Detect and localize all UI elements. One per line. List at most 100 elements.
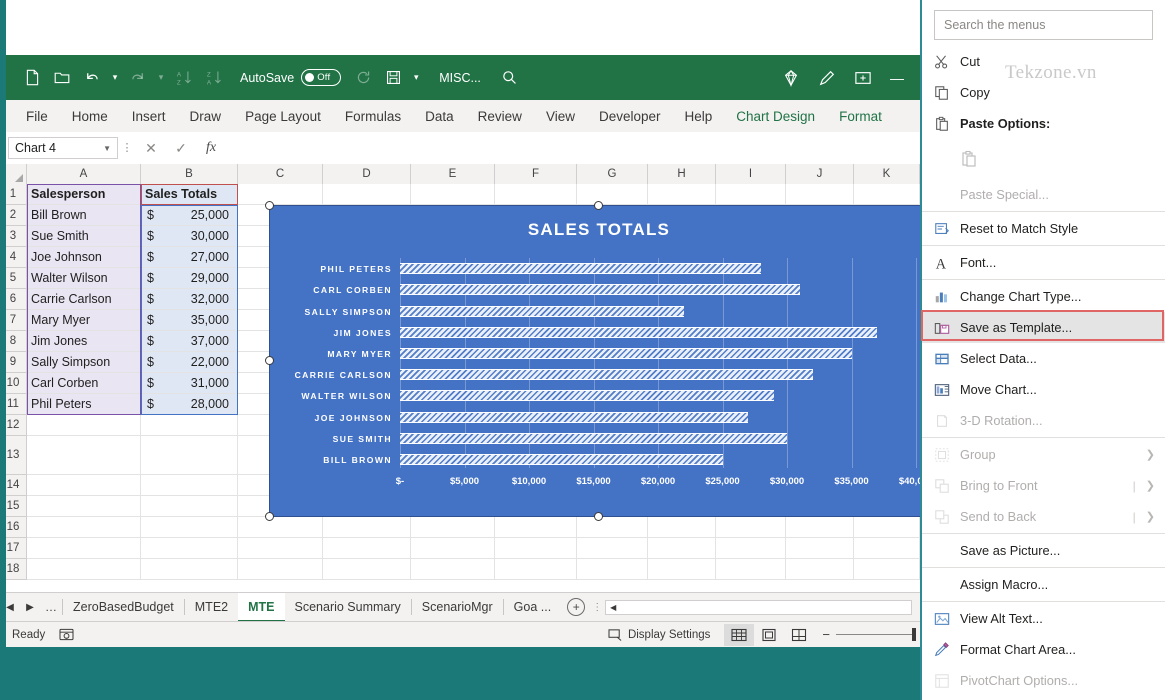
tab-insert[interactable]: Insert <box>120 105 178 128</box>
zoom-slider[interactable] <box>836 634 914 635</box>
tab-chart-design[interactable]: Chart Design <box>724 105 827 128</box>
menu-item-select-data[interactable]: Select Data... <box>922 343 1165 374</box>
tab-page-layout[interactable]: Page Layout <box>233 105 333 128</box>
column-header-g[interactable]: G <box>577 164 648 184</box>
cell-d16[interactable] <box>323 517 411 538</box>
cell-a16[interactable] <box>27 517 141 538</box>
cell-b6[interactable]: $32,000 <box>141 289 238 310</box>
cell-a14[interactable] <box>27 475 141 496</box>
cell-h17[interactable] <box>648 538 716 559</box>
chart-bar[interactable] <box>400 433 787 444</box>
cell-b14[interactable] <box>141 475 238 496</box>
tab-format[interactable]: Format <box>827 105 894 128</box>
menu-item-view-alt-text[interactable]: View Alt Text... <box>922 603 1165 634</box>
cell-a2[interactable]: Bill Brown <box>27 205 141 226</box>
cell-h1[interactable] <box>648 184 716 205</box>
cell-b15[interactable] <box>141 496 238 517</box>
normal-view-icon[interactable] <box>724 624 754 646</box>
cell-b11[interactable]: $28,000 <box>141 394 238 415</box>
cell-a4[interactable]: Joe Johnson <box>27 247 141 268</box>
cell-h18[interactable] <box>648 559 716 580</box>
cell-i18[interactable] <box>716 559 786 580</box>
sheet-tab-mte2[interactable]: MTE2 <box>185 593 238 622</box>
cell-k17[interactable] <box>854 538 920 559</box>
sheet-tab-scenario-summary[interactable]: Scenario Summary <box>285 593 411 622</box>
chart-object[interactable]: SALES TOTALS PHIL PETERSCARL CORBENSALLY… <box>269 205 920 517</box>
tab-view[interactable]: View <box>534 105 587 128</box>
menu-item-paste-options[interactable]: Paste Options: <box>922 108 1165 139</box>
cell-b18[interactable] <box>141 559 238 580</box>
column-header-c[interactable]: C <box>238 164 323 184</box>
menu-item-save-as-picture[interactable]: Save as Picture... <box>922 535 1165 566</box>
cell-a3[interactable]: Sue Smith <box>27 226 141 247</box>
cell-j18[interactable] <box>786 559 854 580</box>
cell-b3[interactable]: $30,000 <box>141 226 238 247</box>
chart-bar[interactable] <box>400 412 748 423</box>
column-header-d[interactable]: D <box>323 164 411 184</box>
formula-bar-grip[interactable]: ⋮ <box>118 144 136 152</box>
cell-b10[interactable]: $31,000 <box>141 373 238 394</box>
name-box[interactable]: Chart 4 ▼ <box>8 137 118 159</box>
tab-review[interactable]: Review <box>466 105 534 128</box>
cell-j16[interactable] <box>786 517 854 538</box>
column-header-a[interactable]: A <box>27 164 141 184</box>
zoom-out-button[interactable]: − <box>822 627 830 642</box>
cell-b1[interactable]: Sales Totals <box>141 184 238 205</box>
cell-e18[interactable] <box>411 559 495 580</box>
globe-icon[interactable] <box>782 69 800 87</box>
cell-i1[interactable] <box>716 184 786 205</box>
next-sheet-icon[interactable]: ▶ <box>20 602 40 613</box>
new-file-icon[interactable] <box>18 64 46 92</box>
cell-a8[interactable]: Jim Jones <box>27 331 141 352</box>
cell-b17[interactable] <box>141 538 238 559</box>
cancel-icon[interactable]: ✕ <box>136 137 166 159</box>
chart-handle-top-left[interactable] <box>265 201 274 210</box>
cell-f16[interactable] <box>495 517 577 538</box>
cell-j17[interactable] <box>786 538 854 559</box>
tab-data[interactable]: Data <box>413 105 466 128</box>
cell-a7[interactable]: Mary Myer <box>27 310 141 331</box>
cell-a12[interactable] <box>27 415 141 436</box>
sheet-tab-mte[interactable]: MTE <box>238 593 284 622</box>
cell-c17[interactable] <box>238 538 323 559</box>
cell-f17[interactable] <box>495 538 577 559</box>
zoom-control[interactable]: − <box>822 627 914 642</box>
chart-bar[interactable] <box>400 284 800 295</box>
insert-function-icon[interactable]: fx <box>196 137 226 159</box>
cell-a15[interactable] <box>27 496 141 517</box>
chart-bar[interactable] <box>400 390 774 401</box>
column-header-i[interactable]: I <box>716 164 786 184</box>
column-header-e[interactable]: E <box>411 164 495 184</box>
cell-f18[interactable] <box>495 559 577 580</box>
zoom-slider-knob[interactable] <box>912 628 916 641</box>
formula-input[interactable] <box>232 137 914 159</box>
chart-bar[interactable] <box>400 454 723 465</box>
cell-c18[interactable] <box>238 559 323 580</box>
cell-b8[interactable]: $37,000 <box>141 331 238 352</box>
page-break-view-icon[interactable] <box>784 624 814 646</box>
undo-dropdown-icon[interactable]: ▾ <box>108 64 122 92</box>
cell-d1[interactable] <box>323 184 411 205</box>
cell-i16[interactable] <box>716 517 786 538</box>
tab-file[interactable]: File <box>14 105 60 128</box>
cell-b4[interactable]: $27,000 <box>141 247 238 268</box>
cell-a11[interactable]: Phil Peters <box>27 394 141 415</box>
cell-b7[interactable]: $35,000 <box>141 310 238 331</box>
cell-c1[interactable] <box>238 184 323 205</box>
horizontal-scrollbar[interactable]: ◀ <box>605 600 912 615</box>
presence-icon[interactable] <box>854 70 872 86</box>
cell-e16[interactable] <box>411 517 495 538</box>
menu-item-copy[interactable]: Copy <box>922 77 1165 108</box>
menu-item-reset-to-match-style[interactable]: Reset to Match Style <box>922 213 1165 244</box>
open-folder-icon[interactable] <box>48 64 76 92</box>
chart-handle-top-center[interactable] <box>594 201 603 210</box>
undo-icon[interactable] <box>78 64 106 92</box>
display-settings-button[interactable]: Display Settings <box>608 628 710 641</box>
search-menus-input[interactable]: Search the menus <box>934 10 1153 40</box>
chart-bar[interactable] <box>400 263 761 274</box>
column-header-j[interactable]: J <box>786 164 854 184</box>
customize-qat-icon[interactable]: ▾ <box>409 64 423 92</box>
menu-item-assign-macro[interactable]: Assign Macro... <box>922 569 1165 600</box>
cell-g17[interactable] <box>577 538 648 559</box>
chart-handle-middle-left[interactable] <box>265 356 274 365</box>
